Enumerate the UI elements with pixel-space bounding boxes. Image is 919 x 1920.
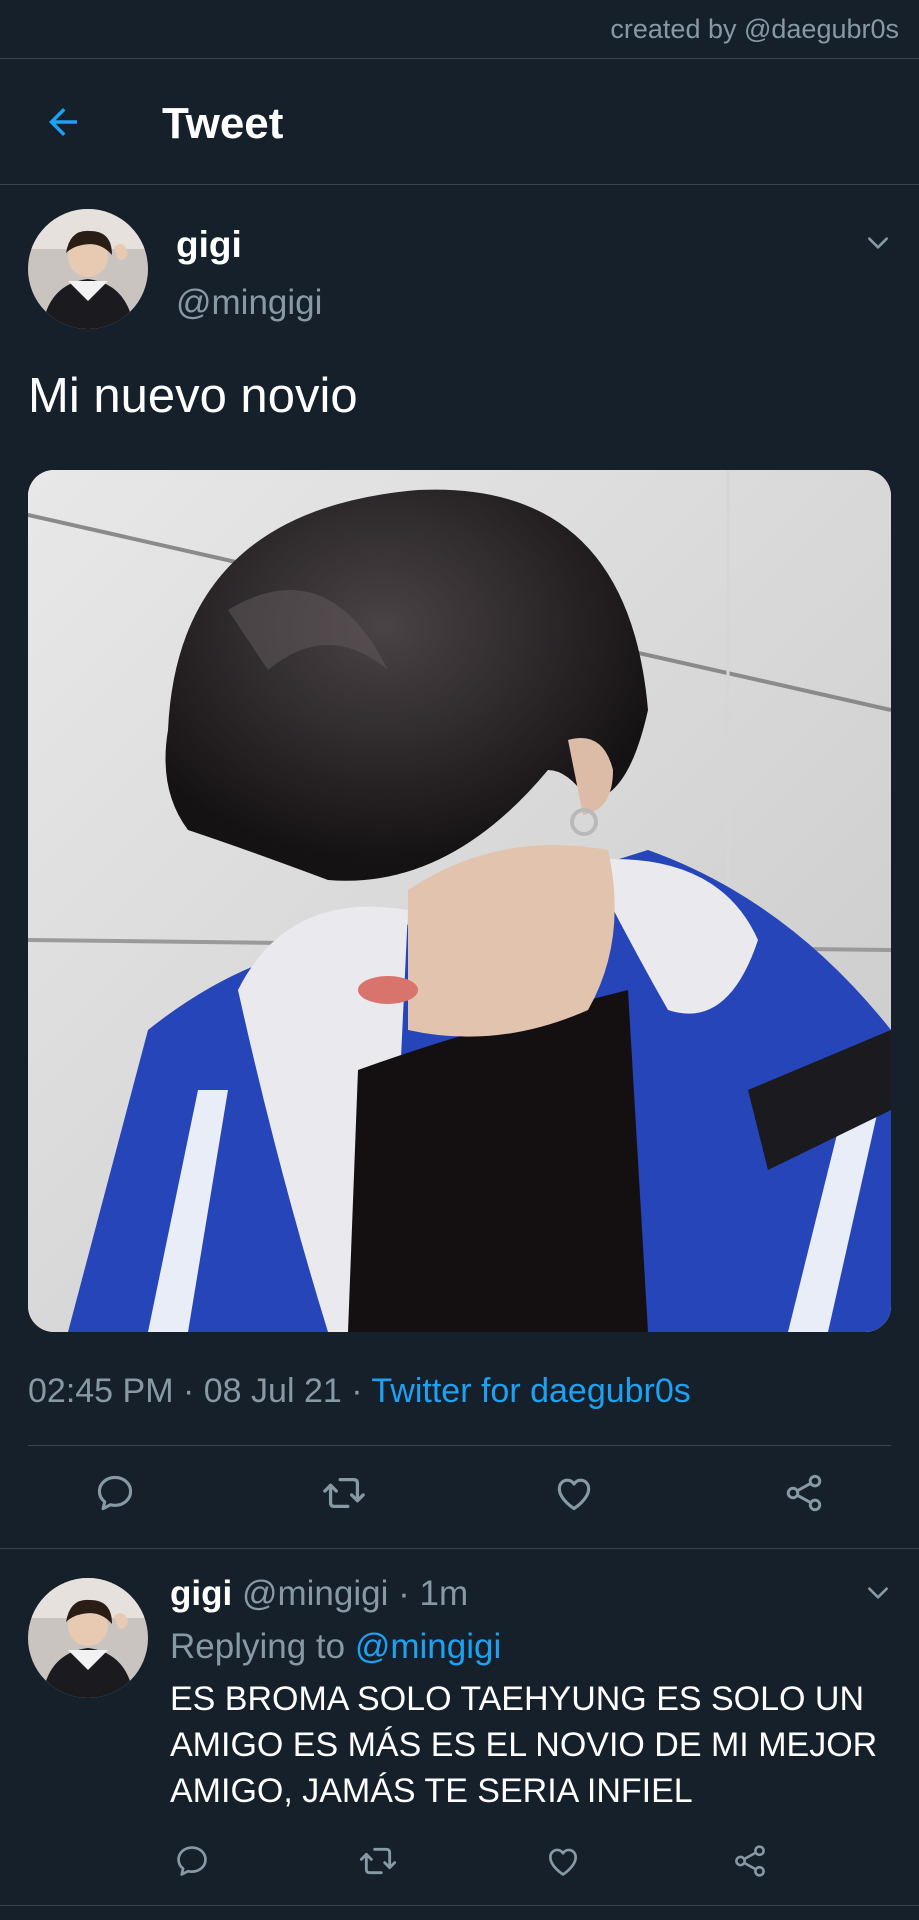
reply-author-handle[interactable]: @mingigi <box>242 1574 388 1613</box>
reply-button[interactable] <box>87 1465 143 1521</box>
tweet-image[interactable] <box>28 470 891 1332</box>
reply-separator: · <box>398 1574 410 1613</box>
header-divider <box>0 184 919 185</box>
chevron-down-icon <box>868 1587 888 1599</box>
meta-divider <box>28 1445 891 1446</box>
reply-header: gigi @mingigi · 1m <box>170 1574 468 1614</box>
tweet-source-link[interactable]: Twitter for daegubr0s <box>371 1372 690 1410</box>
replying-prefix: Replying to <box>170 1627 346 1666</box>
arrow-left-icon <box>49 108 77 136</box>
author-name[interactable]: gigi <box>176 224 242 266</box>
reply-more-options-button[interactable] <box>861 1576 895 1610</box>
replying-to: Replying to @mingigi <box>170 1627 501 1667</box>
like-icon <box>548 1848 578 1876</box>
retweet-icon <box>359 1847 397 1875</box>
more-options-button[interactable] <box>861 226 895 260</box>
reply-timestamp: 1m <box>419 1574 469 1613</box>
section-divider <box>0 1548 919 1549</box>
reply-retweet-button[interactable] <box>350 1833 406 1889</box>
avatar-image <box>28 209 148 329</box>
avatar-image <box>28 1578 148 1698</box>
reply-icon <box>97 1475 133 1511</box>
like-icon <box>557 1478 591 1511</box>
watermark: created by @daegubr0s <box>610 14 899 44</box>
tweet-time: 02:45 PM <box>28 1372 174 1410</box>
page-title: Tweet <box>162 99 284 148</box>
share-button[interactable] <box>776 1465 832 1521</box>
reply-like-button[interactable] <box>535 1833 591 1889</box>
photo-person-blue-jacket <box>28 470 891 1332</box>
meta-separator: · <box>182 1372 195 1410</box>
share-icon <box>735 1845 765 1877</box>
reply-share-button[interactable] <box>722 1833 778 1889</box>
top-bar: Tweet <box>0 59 919 184</box>
bottom-divider <box>0 1905 919 1906</box>
reply-actions <box>0 1835 919 1887</box>
meta-separator: · <box>351 1372 363 1410</box>
retweet-button[interactable] <box>316 1465 372 1521</box>
reply-icon <box>177 1846 207 1876</box>
reply-text: ES BROMA SOLO TAEHYUNG ES SOLO UN AMIGO … <box>170 1680 878 1810</box>
reply-author-name[interactable]: gigi <box>170 1574 232 1613</box>
back-button[interactable] <box>38 97 88 147</box>
tweet-date: 08 Jul 21 <box>203 1372 342 1410</box>
retweet-icon <box>323 1477 365 1509</box>
tweet-actions <box>0 1465 919 1525</box>
chevron-down-icon <box>868 237 888 249</box>
like-button[interactable] <box>546 1465 602 1521</box>
author-handle[interactable]: @mingigi <box>176 283 322 323</box>
avatar[interactable] <box>28 209 148 329</box>
reply-avatar[interactable] <box>28 1578 148 1698</box>
reply-reply-button[interactable] <box>164 1833 220 1889</box>
tweet-metadata: 02:45 PM · 08 Jul 21 · Twitter for daegu… <box>28 1372 691 1411</box>
share-icon <box>786 1474 822 1512</box>
tweet-text: Mi nuevo novio <box>28 369 358 423</box>
replying-to-mention[interactable]: @mingigi <box>355 1627 501 1666</box>
